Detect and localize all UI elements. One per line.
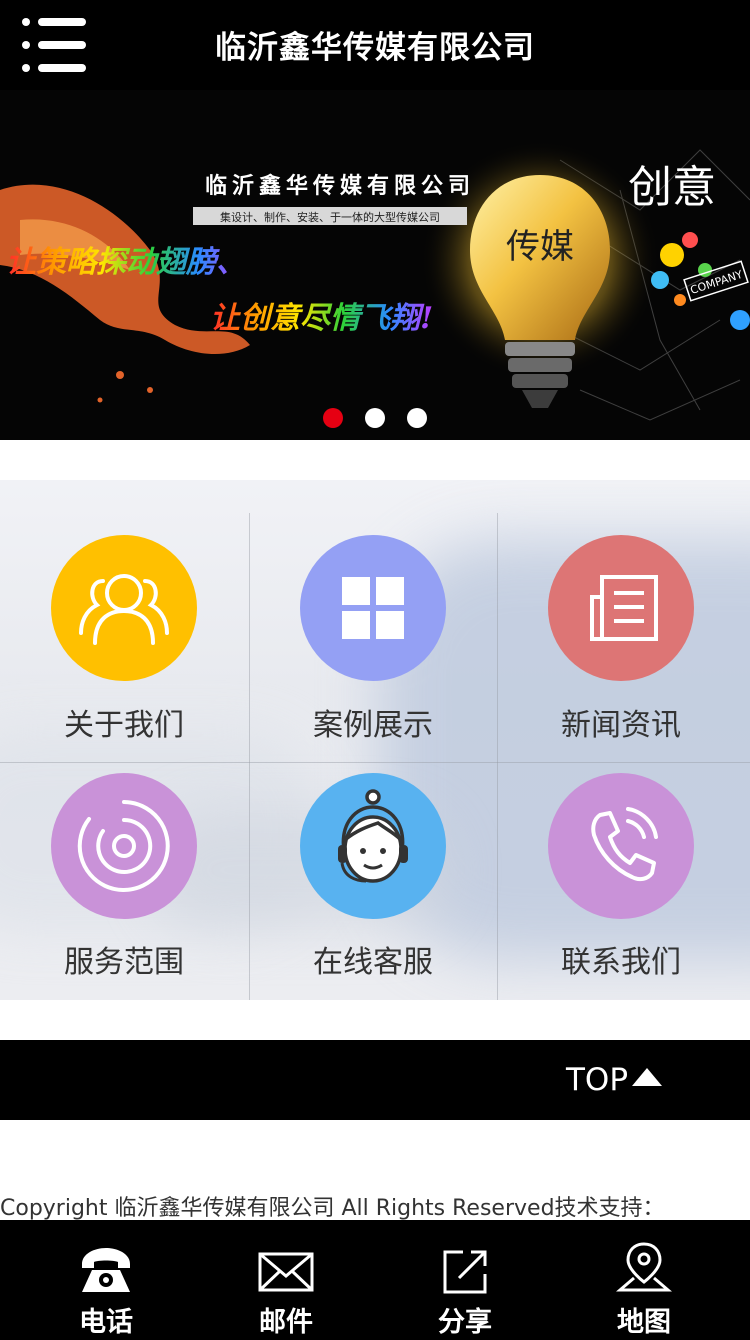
back-to-top-bar: TOP [0, 1040, 750, 1120]
banner-slogan-line2: 让创意尽情飞翔! [210, 301, 433, 336]
top-label: TOP [566, 1062, 629, 1098]
banner-company-name: 临沂鑫华传媒有限公司 [205, 173, 475, 199]
bottom-nav: 电话 邮件 分享 地图 [0, 1220, 750, 1340]
header: 临沂鑫华传媒有限公司 [0, 0, 750, 90]
copyright-text: Copyright 临沂鑫华传媒有限公司 All Rights Reserved… [0, 1196, 665, 1221]
nav-label-share: 分享 [438, 1307, 492, 1338]
target-icon [51, 773, 197, 919]
arrow-up-icon [632, 1068, 663, 1086]
nav-item-mail[interactable]: 邮件 [196, 1220, 376, 1340]
menu-item-about[interactable]: 关于我们 [0, 520, 248, 760]
menu-item-contact[interactable]: 联系我们 [497, 765, 745, 1000]
menu-label-services: 服务范围 [64, 945, 184, 980]
banner-slogan-line1: 让策略探动翅膀、 [6, 245, 246, 280]
nav-label-map: 地图 [617, 1307, 671, 1338]
team-icon [51, 535, 197, 681]
divider [0, 762, 750, 763]
menu-grid: 关于我们 案例展示 新闻资讯 服务范围 在线客服 联系我们 [0, 480, 750, 1000]
menu-label-cases: 案例展示 [313, 708, 433, 743]
carousel-indicators [0, 408, 750, 432]
carousel-dot-1[interactable] [323, 408, 343, 428]
map-pin-icon [616, 1242, 672, 1292]
back-to-top-link[interactable]: TOP [566, 1060, 663, 1100]
grid-icon [300, 535, 446, 681]
menu-item-cases[interactable]: 案例展示 [249, 520, 497, 760]
news-icon [548, 535, 694, 681]
nav-label-mail: 邮件 [259, 1307, 313, 1338]
share-icon [443, 1250, 487, 1294]
menu-item-news[interactable]: 新闻资讯 [497, 520, 745, 760]
banner-creative-text: 创意 [628, 162, 716, 213]
menu-item-services[interactable]: 服务范围 [0, 765, 248, 1000]
nav-item-phone[interactable]: 电话 [16, 1220, 196, 1340]
nav-item-share[interactable]: 分享 [375, 1220, 555, 1340]
carousel-dot-2[interactable] [365, 408, 385, 428]
nav-item-map[interactable]: 地图 [554, 1220, 734, 1340]
banner-carousel[interactable]: 传媒 临沂鑫华传媒有限公司 集设计、制作、安装、于一体的大型传媒公司 让策略探动… [0, 90, 750, 440]
nav-label-phone: 电话 [79, 1307, 133, 1338]
banner-image: 传媒 临沂鑫华传媒有限公司 集设计、制作、安装、于一体的大型传媒公司 让策略探动… [0, 90, 750, 440]
menu-label-customer-service: 在线客服 [313, 945, 433, 980]
carousel-dot-3[interactable] [407, 408, 427, 428]
phone-icon [548, 773, 694, 919]
customer-service-icon [300, 773, 446, 919]
menu-item-customer-service[interactable]: 在线客服 [249, 765, 497, 1000]
bulb-text: 传媒 [506, 227, 574, 267]
menu-label-about: 关于我们 [64, 708, 184, 743]
menu-label-contact: 联系我们 [561, 945, 681, 980]
site-title: 临沂鑫华传媒有限公司 [215, 30, 535, 66]
telephone-icon [82, 1248, 130, 1292]
mail-icon [258, 1252, 314, 1292]
banner-tagline: 集设计、制作、安装、于一体的大型传媒公司 [220, 210, 440, 224]
menu-label-news: 新闻资讯 [561, 708, 681, 743]
